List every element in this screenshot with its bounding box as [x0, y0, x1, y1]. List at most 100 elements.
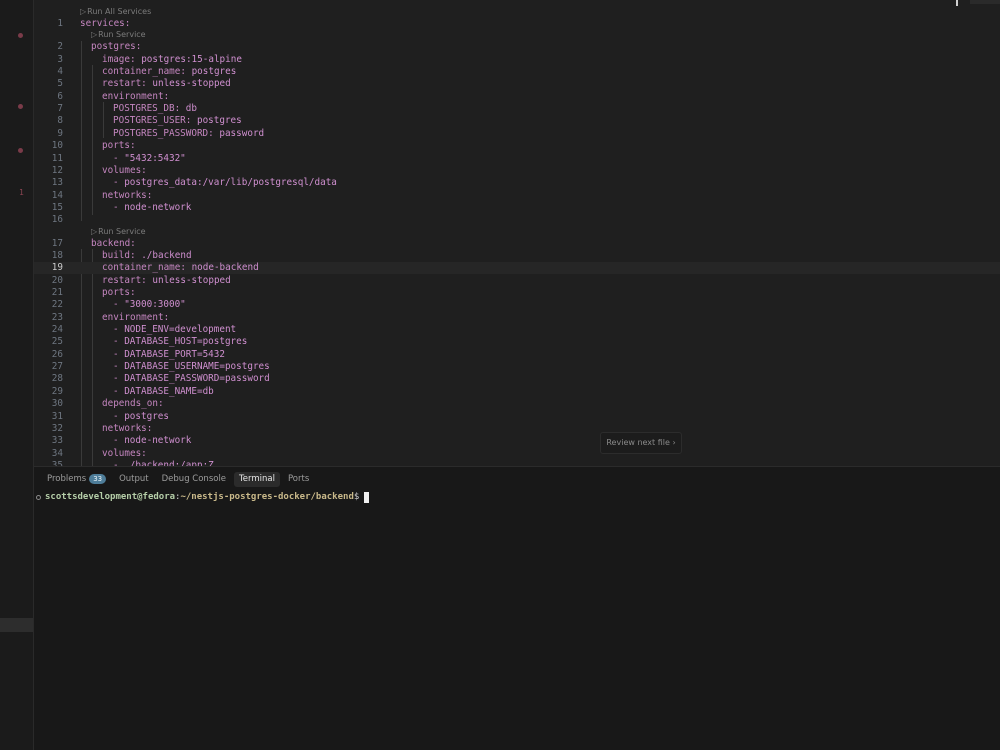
code-line[interactable]: 7 POSTGRES_DB: db: [34, 103, 1000, 115]
code-line[interactable]: 33 - node-network: [34, 435, 1000, 447]
code-line[interactable]: 22 - "3000:3000": [34, 299, 1000, 311]
code-editor[interactable]: ▷Run All Services ▷Run Service ▷Run Serv…: [34, 0, 1000, 466]
line-number: 9: [57, 127, 63, 139]
code-line[interactable]: 21 ports:: [34, 287, 1000, 299]
tab-problems[interactable]: Problems 33: [42, 472, 111, 487]
run-all-services-codelens[interactable]: ▷Run All Services: [80, 7, 151, 17]
yaml-key: -: [113, 324, 125, 336]
tab-output[interactable]: Output: [114, 472, 154, 487]
run-triangle-icon: ▷: [80, 7, 87, 16]
code-line[interactable]: 4 container_name: postgres: [34, 66, 1000, 78]
code-text: ports:: [102, 287, 136, 299]
code-line[interactable]: 16: [34, 214, 1000, 226]
code-line[interactable]: 20 restart: unless-stopped: [34, 275, 1000, 287]
code-line[interactable]: 12 volumes:: [34, 165, 1000, 177]
code-line[interactable]: 10 ports:: [34, 140, 1000, 152]
yaml-key: depends_on:: [102, 398, 164, 410]
tab-ports[interactable]: Ports: [283, 472, 314, 487]
code-line[interactable]: 30 depends_on:: [34, 398, 1000, 410]
review-next-file-button[interactable]: Review next file ›: [600, 432, 682, 454]
code-text: restart: unless-stopped: [102, 275, 231, 287]
code-text: - "5432:5432": [113, 153, 186, 165]
panel-tabs: Problems 33 Output Debug Console Terminal Por…: [42, 471, 314, 487]
yaml-value: DATABASE_PASSWORD=password: [124, 373, 270, 385]
code-line[interactable]: 27 - DATABASE_USERNAME=postgres: [34, 361, 1000, 373]
code-text: postgres:: [91, 41, 141, 53]
breakpoint-dot-icon[interactable]: [18, 148, 23, 153]
code-line[interactable]: 17 backend:: [34, 238, 1000, 250]
code-line[interactable]: 25 - DATABASE_HOST=postgres: [34, 336, 1000, 348]
code-text: image: postgres:15-alpine: [102, 54, 242, 66]
yaml-value: postgres:15-alpine: [141, 53, 242, 65]
line-number: 10: [51, 140, 63, 152]
yaml-key: -: [113, 361, 125, 373]
code-line[interactable]: 2 postgres:: [34, 41, 1000, 53]
code-line[interactable]: 15 - node-network: [34, 202, 1000, 214]
active-gutter-slot[interactable]: [0, 618, 33, 632]
yaml-key: container_name:: [102, 262, 192, 274]
code-line[interactable]: 24 - NODE_ENV=development: [34, 324, 1000, 336]
code-line[interactable]: 26 - DATABASE_PORT=5432: [34, 349, 1000, 361]
code-text: container_name: postgres: [102, 66, 236, 78]
run-service-codelens-backend[interactable]: ▷Run Service: [91, 227, 146, 237]
code-line[interactable]: 13 - postgres_data:/var/lib/postgresql/da…: [34, 177, 1000, 189]
yaml-key: -: [113, 299, 125, 311]
yaml-key: restart:: [102, 274, 153, 286]
code-line[interactable]: 29 - DATABASE_NAME=db: [34, 386, 1000, 398]
yaml-key: -: [113, 348, 125, 360]
terminal-prompt-symbol: $: [353, 492, 360, 502]
tab-debug-console[interactable]: Debug Console: [157, 472, 231, 487]
code-line[interactable]: 28 - DATABASE_PASSWORD=password: [34, 373, 1000, 385]
yaml-key: -: [113, 435, 125, 447]
code-text: services:: [80, 18, 130, 30]
code-line[interactable]: 14 networks:: [34, 190, 1000, 202]
line-number: 4: [57, 66, 63, 78]
code-line[interactable]: 5 restart: unless-stopped: [34, 78, 1000, 90]
code-line[interactable]: 34 volumes:: [34, 448, 1000, 460]
code-line[interactable]: 31 - postgres: [34, 411, 1000, 423]
breakpoint-dot-icon[interactable]: [18, 104, 23, 109]
terminal-prompt-line[interactable]: scottsdevelopment@fedora : ~/nestjs-post…: [36, 491, 370, 503]
yaml-value: db: [185, 103, 197, 115]
yaml-value: ./backend: [141, 249, 192, 261]
code-line[interactable]: 11 - "5432:5432": [34, 153, 1000, 165]
line-number: 5: [57, 78, 63, 90]
code-line[interactable]: 6 environment:: [34, 91, 1000, 103]
code-line[interactable]: 9 POSTGRES_PASSWORD: password: [34, 128, 1000, 140]
code-text: - DATABASE_NAME=db: [113, 386, 214, 398]
line-number: 15: [51, 201, 63, 213]
code-line[interactable]: 1 services:: [34, 18, 1000, 30]
code-text: - DATABASE_PASSWORD=password: [113, 373, 270, 385]
line-number: 29: [51, 385, 63, 397]
code-text: - "3000:3000": [113, 299, 186, 311]
terminal-user-host: scottsdevelopment@fedora: [45, 492, 176, 502]
yaml-key: postgres:: [91, 41, 142, 53]
yaml-value: password: [219, 127, 265, 139]
yaml-key: -: [113, 410, 125, 422]
yaml-key: -: [113, 201, 125, 213]
line-number: 27: [51, 361, 63, 373]
code-text: networks:: [102, 423, 152, 435]
breakpoint-dot-icon[interactable]: [18, 33, 23, 38]
code-line[interactable]: 18 build: ./backend: [34, 250, 1000, 262]
code-line[interactable]: 8 POSTGRES_USER: postgres: [34, 115, 1000, 127]
code-text: environment:: [102, 91, 169, 103]
minimap-slider[interactable]: [970, 0, 1000, 4]
yaml-value: node-network: [124, 435, 192, 447]
line-number: 13: [51, 177, 63, 189]
tab-terminal[interactable]: Terminal: [234, 471, 280, 487]
code-line[interactable]: 32 networks:: [34, 423, 1000, 435]
left-gutter-strip: 1: [0, 0, 34, 750]
yaml-key: services:: [80, 18, 131, 29]
yaml-value: node-backend: [191, 262, 259, 274]
yaml-key: ports:: [102, 287, 136, 298]
problem-count-marker: 1: [19, 188, 24, 197]
run-service-codelens-postgres[interactable]: ▷Run Service: [91, 30, 146, 40]
tab-label: Debug Console: [161, 473, 227, 484]
yaml-key: volumes:: [102, 447, 147, 459]
code-line[interactable]: 19 container_name: node-backend: [34, 262, 1000, 275]
line-number: 18: [51, 249, 63, 261]
code-line[interactable]: 23 environment:: [34, 312, 1000, 324]
code-text: - node-network: [113, 202, 191, 214]
code-line[interactable]: 3 image: postgres:15-alpine: [34, 54, 1000, 66]
